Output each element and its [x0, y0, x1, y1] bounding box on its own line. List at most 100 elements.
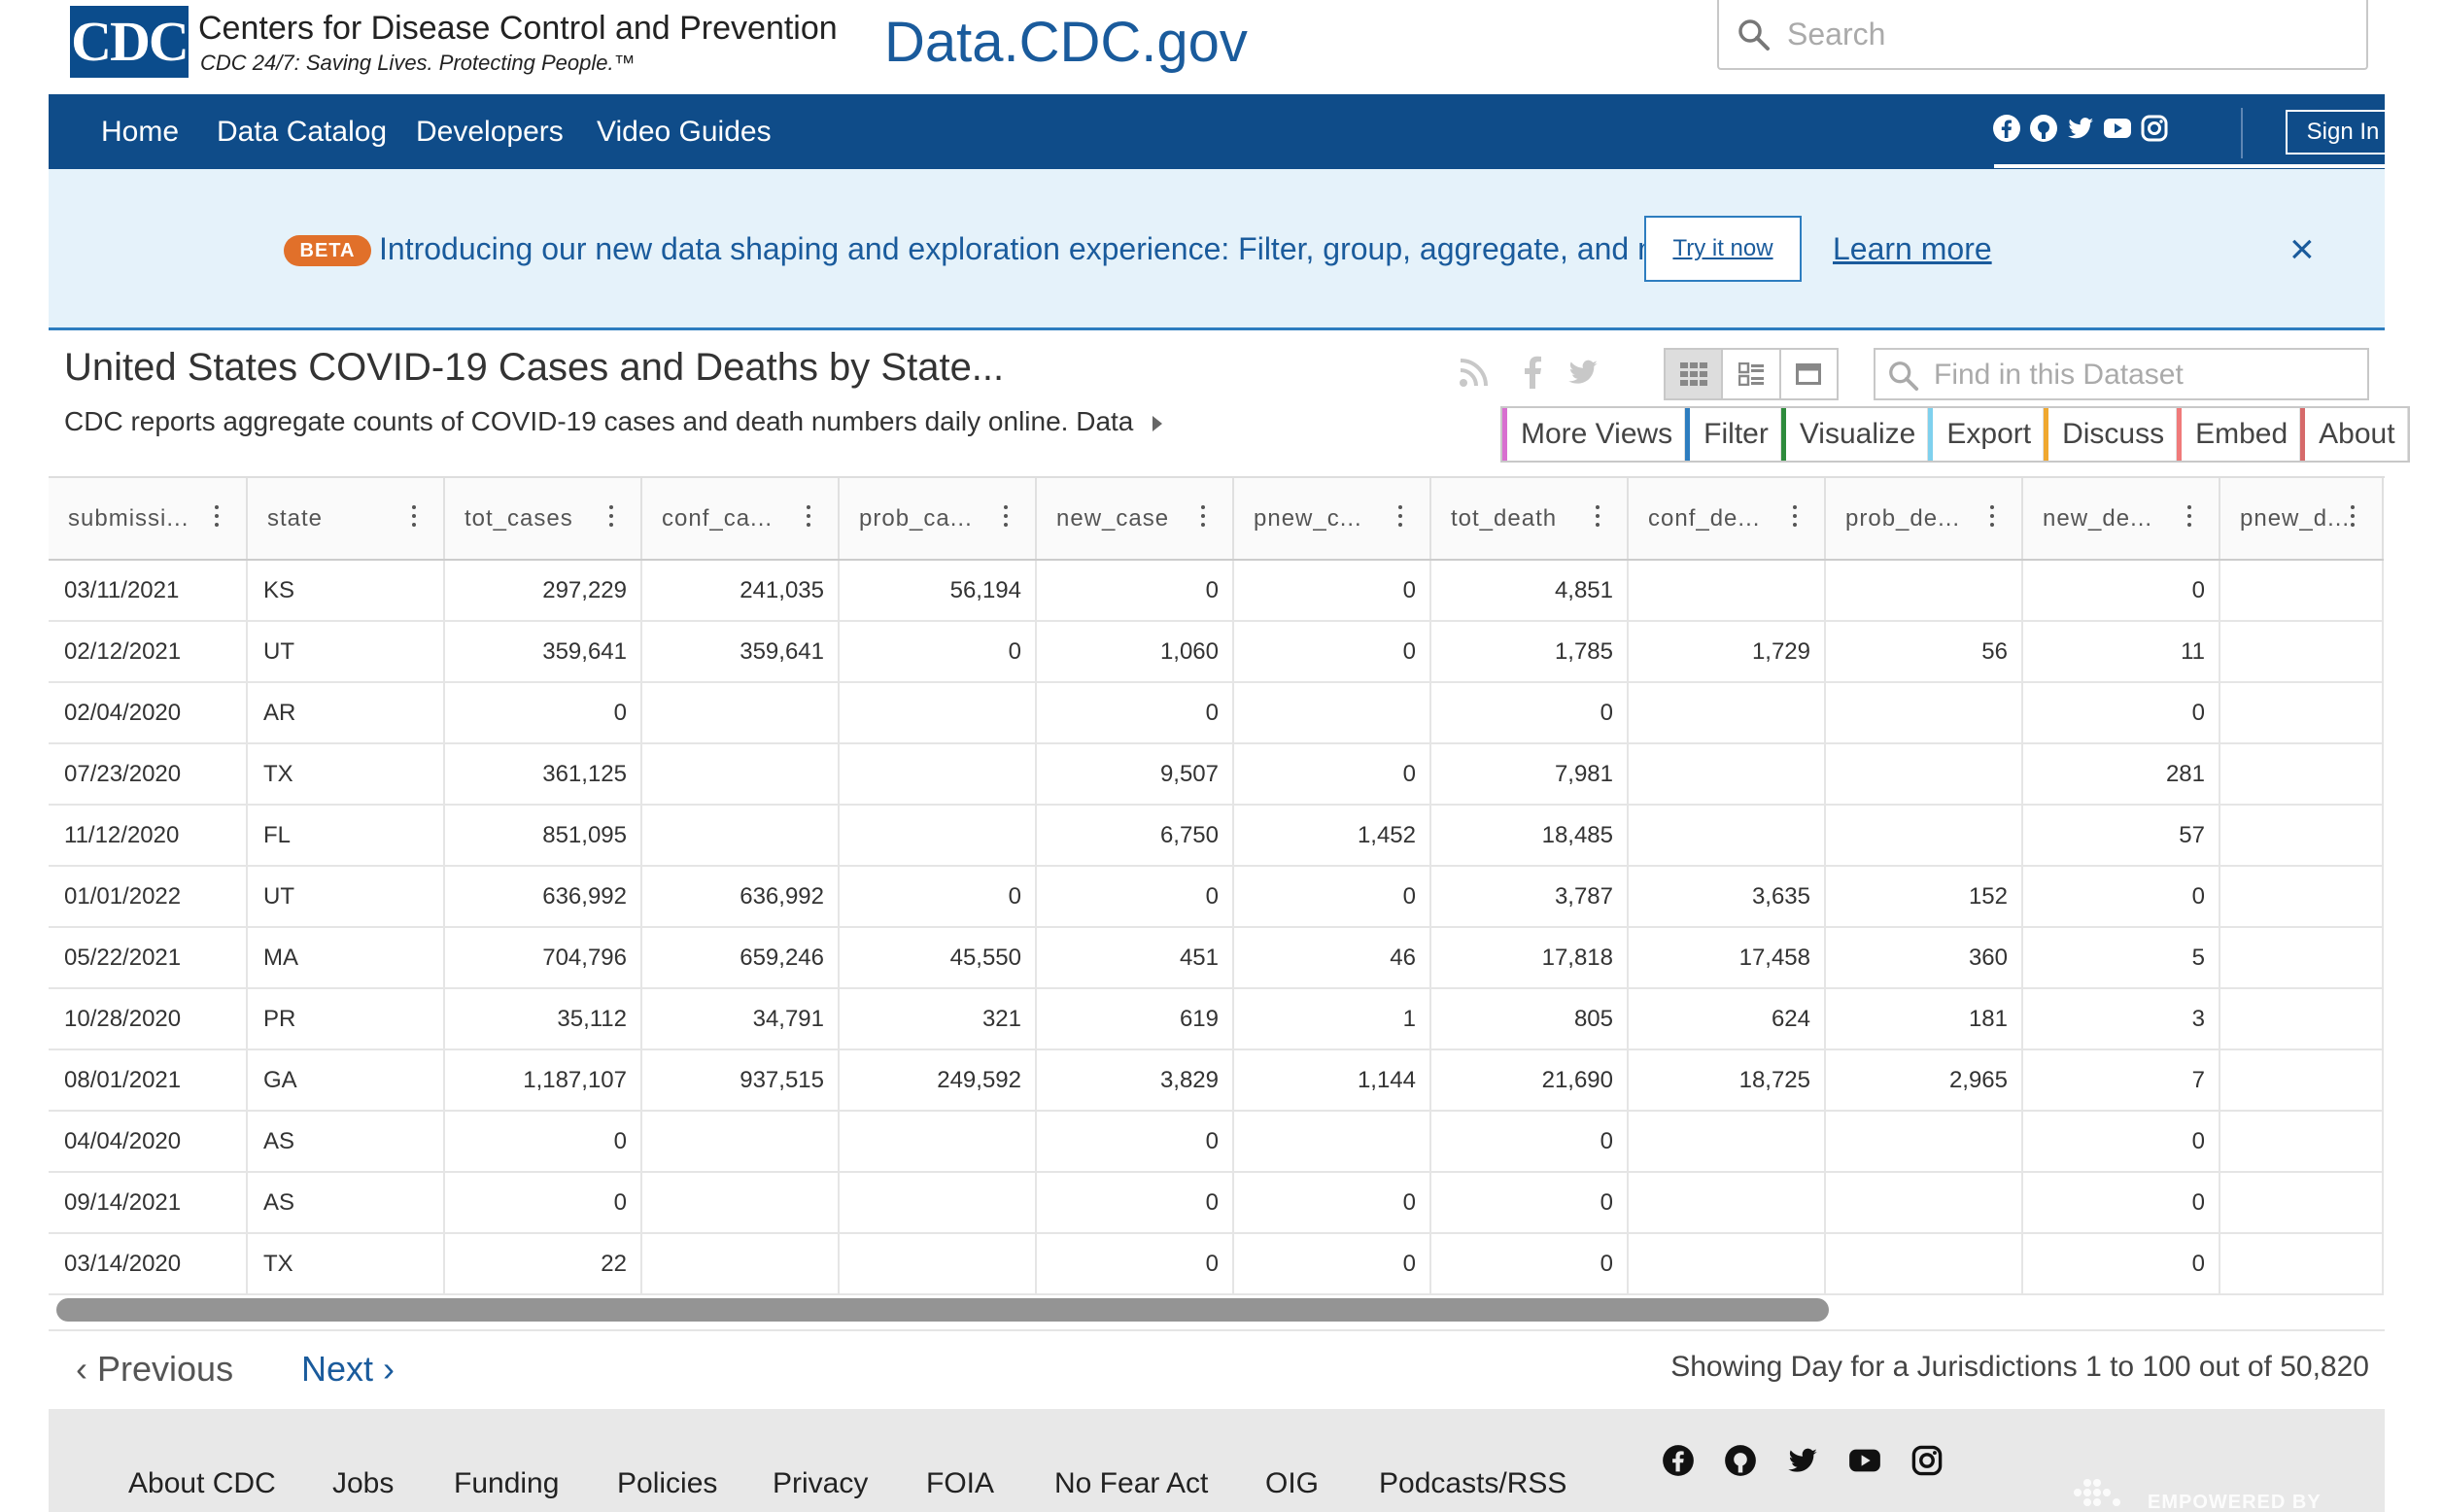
table-cell[interactable]: 46	[1233, 927, 1431, 989]
table-cell[interactable]: 0	[2022, 866, 2220, 928]
table-cell[interactable]: 704,796	[444, 927, 642, 989]
nav-developers[interactable]: Developers	[416, 116, 564, 149]
github-icon[interactable]	[1724, 1444, 1757, 1477]
facebook-icon[interactable]	[1992, 114, 2021, 143]
table-cell[interactable]: 152	[1825, 866, 2023, 928]
table-row[interactable]: 09/14/2021 AS 0 0 0 0 0	[49, 1172, 2384, 1234]
footer-link-policies[interactable]: Policies	[617, 1467, 717, 1500]
column-menu-icon[interactable]	[2351, 505, 2355, 532]
table-cell[interactable]: 17,818	[1430, 927, 1629, 989]
table-cell[interactable]: 249,592	[839, 1049, 1037, 1112]
instagram-icon[interactable]	[2140, 114, 2169, 143]
table-cell[interactable]	[2219, 927, 2384, 989]
table-cell[interactable]: 5	[2022, 927, 2220, 989]
table-cell[interactable]	[641, 1233, 840, 1295]
table-cell[interactable]: 281	[2022, 743, 2220, 806]
search-input[interactable]	[1787, 14, 2351, 54]
table-cell[interactable]	[641, 1111, 840, 1173]
table-cell[interactable]	[1825, 743, 2023, 806]
table-cell[interactable]	[839, 682, 1037, 744]
table-cell[interactable]: 0	[839, 866, 1037, 928]
table-cell[interactable]: 1,060	[1036, 621, 1234, 683]
table-cell[interactable]: 360	[1825, 927, 2023, 989]
table-row[interactable]: 04/04/2020 AS 0 0 0 0	[49, 1111, 2384, 1173]
footer-link-oig[interactable]: OIG	[1265, 1467, 1319, 1500]
table-cell[interactable]: 22	[444, 1233, 642, 1295]
table-cell[interactable]: 0	[1430, 1111, 1629, 1173]
table-cell[interactable]: 11	[2022, 621, 2220, 683]
table-cell[interactable]: 0	[1430, 1233, 1629, 1295]
table-cell[interactable]: 0	[1036, 1111, 1234, 1173]
footer-link-foia[interactable]: FOIA	[926, 1467, 994, 1500]
table-cell[interactable]	[839, 1172, 1037, 1234]
table-cell[interactable]: 0	[2022, 1111, 2220, 1173]
card-view-button[interactable]	[1723, 350, 1781, 398]
table-row[interactable]: 10/28/2020 PR 35,112 34,791 321 619 1 805 624 181…	[49, 988, 2384, 1050]
table-cell[interactable]: 09/14/2021	[49, 1172, 248, 1234]
nav-home[interactable]: Home	[101, 116, 179, 149]
column-header[interactable]: submissi...	[49, 478, 248, 561]
expand-description-icon[interactable]	[1153, 415, 1163, 431]
column-menu-icon[interactable]	[1596, 505, 1600, 532]
cdc-logo[interactable]: CDC	[70, 6, 189, 78]
column-header[interactable]: prob_de...	[1825, 478, 2023, 561]
table-cell[interactable]: 05/22/2021	[49, 927, 248, 989]
footer-link-jobs[interactable]: Jobs	[332, 1467, 394, 1500]
table-cell[interactable]: 3,787	[1430, 866, 1629, 928]
column-header[interactable]: conf_ca...	[641, 478, 840, 561]
table-cell[interactable]: 21,690	[1430, 1049, 1629, 1112]
table-row[interactable]: 08/01/2021 GA 1,187,107 937,515 249,592 3,829…	[49, 1049, 2384, 1112]
table-cell[interactable]: 361,125	[444, 743, 642, 806]
close-icon[interactable]: ×	[2289, 225, 2315, 274]
youtube-icon[interactable]	[2103, 114, 2132, 143]
column-header[interactable]: pnew_d...	[2219, 478, 2384, 561]
column-header[interactable]: tot_death	[1430, 478, 1629, 561]
table-cell[interactable]: 0	[1430, 1172, 1629, 1234]
table-cell[interactable]: 56,194	[839, 560, 1037, 622]
column-menu-icon[interactable]	[1793, 505, 1797, 532]
footer-link-podcasts-rss[interactable]: Podcasts/RSS	[1379, 1467, 1566, 1500]
table-cell[interactable]: 7	[2022, 1049, 2220, 1112]
column-menu-icon[interactable]	[807, 505, 810, 532]
table-cell[interactable]: 18,485	[1430, 805, 1629, 867]
table-cell[interactable]	[1233, 1111, 1431, 1173]
table-cell[interactable]: 359,641	[444, 621, 642, 683]
table-cell[interactable]: 321	[839, 988, 1037, 1050]
table-cell[interactable]: 1,729	[1628, 621, 1826, 683]
table-cell[interactable]	[839, 1233, 1037, 1295]
table-cell[interactable]: 0	[1233, 1233, 1431, 1295]
tab-visualize[interactable]: Visualize	[1780, 408, 1929, 461]
twitter-icon[interactable]	[2066, 114, 2095, 143]
table-cell[interactable]	[1628, 682, 1826, 744]
table-cell[interactable]: 937,515	[641, 1049, 840, 1112]
table-cell[interactable]: 0	[1036, 866, 1234, 928]
table-cell[interactable]: 3,829	[1036, 1049, 1234, 1112]
portal-title[interactable]: Data.CDC.gov	[884, 10, 1248, 75]
table-cell[interactable]: PR	[247, 988, 445, 1050]
table-cell[interactable]: 07/23/2020	[49, 743, 248, 806]
column-menu-icon[interactable]	[1990, 505, 1994, 532]
table-cell[interactable]: 6,750	[1036, 805, 1234, 867]
tab-discuss[interactable]: Discuss	[2044, 408, 2178, 461]
table-cell[interactable]: 0	[1233, 560, 1431, 622]
table-cell[interactable]: 0	[1233, 1172, 1431, 1234]
table-cell[interactable]	[2219, 1172, 2384, 1234]
table-cell[interactable]	[2219, 1049, 2384, 1112]
table-cell[interactable]: 9,507	[1036, 743, 1234, 806]
column-header[interactable]: new_de...	[2022, 478, 2220, 561]
table-cell[interactable]	[1825, 560, 2023, 622]
table-cell[interactable]: 02/12/2021	[49, 621, 248, 683]
table-cell[interactable]: 297,229	[444, 560, 642, 622]
table-cell[interactable]: 3,635	[1628, 866, 1826, 928]
facebook-share-icon[interactable]	[1522, 356, 1543, 389]
table-cell[interactable]: 181	[1825, 988, 2023, 1050]
table-cell[interactable]: 0	[1036, 1233, 1234, 1295]
table-cell[interactable]	[1628, 743, 1826, 806]
table-cell[interactable]: 4,851	[1430, 560, 1629, 622]
table-row[interactable]: 02/04/2020 AR 0 0 0 0	[49, 682, 2384, 744]
table-cell[interactable]: 1,452	[1233, 805, 1431, 867]
tab-export[interactable]: Export	[1928, 408, 2045, 461]
table-cell[interactable]: UT	[247, 621, 445, 683]
column-header[interactable]: tot_cases	[444, 478, 642, 561]
table-cell[interactable]: 2,965	[1825, 1049, 2023, 1112]
